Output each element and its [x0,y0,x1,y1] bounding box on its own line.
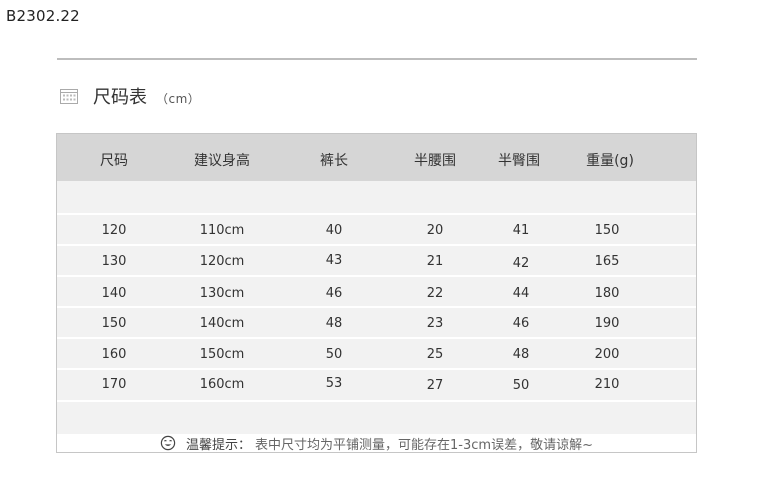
header-weight: 重量(g) [586,153,634,169]
cell-pants-length: 40 [325,223,343,238]
page-title: 尺码表 [93,87,147,108]
cell-pants-length: 43 [325,253,343,268]
cell-height: 130cm [199,286,245,301]
row-divider [57,368,696,370]
cell-half-hip: 50 [512,378,530,393]
header-size: 尺码 [100,153,128,169]
cell-weight: 150 [594,223,620,238]
cell-size: 130 [101,254,127,269]
header-half-hip: 半臀围 [498,153,540,169]
cell-weight: 165 [594,254,620,269]
cell-half-waist: 27 [426,378,444,393]
header-height: 建议身高 [194,153,250,169]
row-divider [57,244,696,246]
note-text: 表中尺寸均为平铺测量，可能存在1-3cm误差，敬请谅解~ [255,437,593,453]
row-divider [57,400,696,402]
size-table: 尺码 建议身高 裤长 半腰围 半臀围 重量(g) 120 110cm 40 20… [56,133,697,453]
row-divider [57,275,696,277]
product-code: B2302.22 [6,7,80,25]
cell-half-hip: 41 [512,223,530,238]
size-chart-title-row: 尺码表 （cm） [60,84,200,108]
cell-half-waist: 25 [426,347,444,362]
cell-size: 140 [101,286,127,301]
cell-half-waist: 20 [426,223,444,238]
cell-weight: 200 [594,347,620,362]
cell-height: 150cm [199,347,245,362]
calendar-grid-icon [60,89,78,104]
cell-half-hip: 44 [512,286,530,301]
measurement-note: 温馨提示： 表中尺寸均为平铺测量，可能存在1-3cm误差，敬请谅解~ [57,434,696,452]
divider-line [57,58,697,60]
row-divider [57,213,696,215]
cell-half-waist: 21 [426,254,444,269]
unit-label: （cm） [156,91,201,106]
cell-pants-length: 46 [325,286,343,301]
cell-weight: 210 [594,377,620,392]
cell-half-waist: 23 [426,316,444,331]
note-label: 温馨提示： [186,437,252,453]
row-divider [57,337,696,339]
cell-weight: 190 [594,316,620,331]
cell-size: 150 [101,316,127,331]
cell-pants-length: 53 [325,376,343,391]
cell-height: 110cm [199,223,245,238]
header-half-waist: 半腰围 [414,153,456,169]
cell-height: 140cm [199,316,245,331]
cell-pants-length: 48 [325,316,343,331]
cell-height: 160cm [199,377,245,392]
cell-weight: 180 [594,286,620,301]
header-pants-length: 裤长 [320,153,348,169]
cell-half-hip: 42 [512,256,530,271]
cell-size: 170 [101,377,127,392]
row-divider [57,306,696,308]
cell-pants-length: 50 [325,347,343,362]
cell-size: 160 [101,347,127,362]
cell-half-hip: 46 [512,316,530,331]
smiley-face-icon [160,435,176,451]
cell-size: 120 [101,223,127,238]
cell-half-hip: 48 [512,347,530,362]
cell-half-waist: 22 [426,286,444,301]
cell-height: 120cm [199,254,245,269]
